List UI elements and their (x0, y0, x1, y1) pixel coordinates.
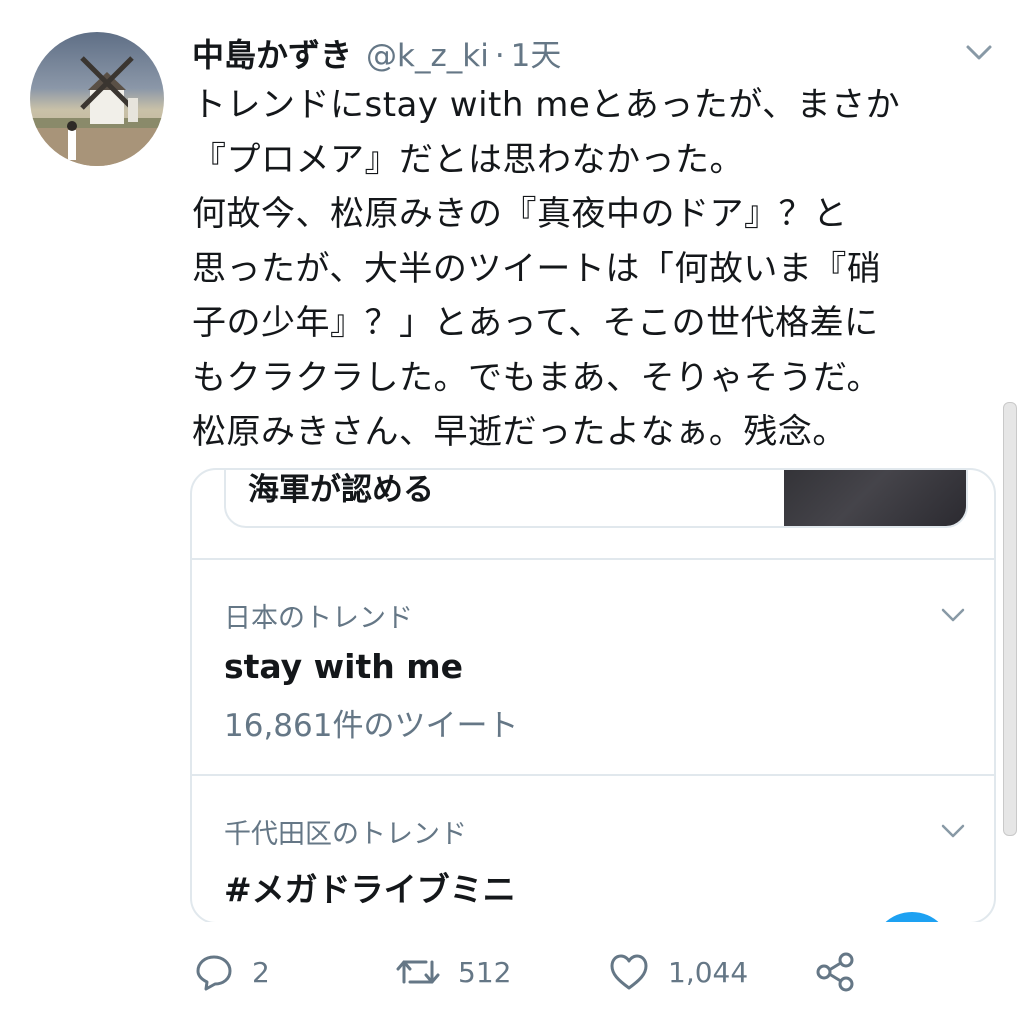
chevron-down-icon[interactable] (964, 40, 994, 64)
tweet-text-line: 子の少年』？」とあって、そこの世代格差に (192, 303, 879, 343)
tweet-text-line: 何故今、松原みきの『真夜中のドア』？と (192, 194, 848, 234)
tweet-text-line: 思ったが、大半のツイートは「何故いま『硝 (192, 248, 882, 289)
trend-item[interactable]: 千代田区のトレンド #メガドライブミニ (224, 812, 924, 922)
user-handle[interactable]: @k_z_ki (366, 38, 489, 74)
tweet-text-line: トレンドにstay with meとあったが、まさか (192, 85, 901, 125)
share-icon (816, 952, 854, 992)
like-count: 1,044 (668, 955, 749, 989)
news-card-thumbnail (784, 470, 966, 526)
chevron-down-icon[interactable] (940, 822, 966, 840)
embedded-image-card[interactable]: 海軍が認める 日本のトレンド stay with me 16,861件のツイート… (190, 468, 996, 924)
scrollbar[interactable] (1003, 402, 1017, 836)
tweet-text-line: 『プロメア』だとは思わなかった。 (192, 139, 744, 180)
retweet-count: 512 (458, 955, 512, 989)
like-button[interactable]: 1,044 (608, 940, 748, 1004)
trend-name: stay with me (224, 647, 463, 686)
display-name[interactable]: 中島かずき (192, 30, 352, 76)
trend-item[interactable]: 日本のトレンド stay with me 16,861件のツイート (224, 596, 924, 745)
share-button[interactable] (814, 940, 856, 1004)
reply-count: 2 (252, 955, 270, 989)
trend-location: 日本のトレンド (224, 603, 413, 634)
tweet-timestamp[interactable]: 1天 (511, 30, 562, 75)
tweet-action-bar: 2 512 1,044 (0, 940, 1024, 1004)
tweet-text: トレンドにstay with meとあったが、まさか 『プロメア』だとは思わなか… (192, 78, 992, 460)
windmill-icon (30, 56, 164, 166)
news-card-title: 海軍が認める (248, 472, 434, 508)
trend-location: 千代田区のトレンド (224, 819, 467, 850)
reply-button[interactable]: 2 (194, 940, 270, 1004)
inner-news-card[interactable]: 海軍が認める (224, 470, 968, 528)
tweet-text-line: 松原みきさん、早逝だったよなぁ。残念。 (192, 412, 847, 452)
trend-name: #メガドライブミニ (224, 870, 516, 909)
trend-count: 16,861件のツイート (224, 708, 519, 744)
divider (192, 558, 994, 560)
retweet-icon (396, 960, 440, 984)
reply-icon (196, 955, 232, 991)
chevron-down-icon[interactable] (940, 606, 966, 624)
divider (192, 774, 994, 776)
avatar[interactable] (30, 32, 164, 166)
tweet-text-line: もクラクラした。でもまあ、そりゃそうだ。 (192, 357, 881, 398)
retweet-button[interactable]: 512 (396, 940, 511, 1004)
heart-icon (610, 954, 648, 990)
header-separator: · (494, 38, 505, 74)
tweet-header: 中島かずき @k_z_ki · 1天 (192, 30, 561, 76)
